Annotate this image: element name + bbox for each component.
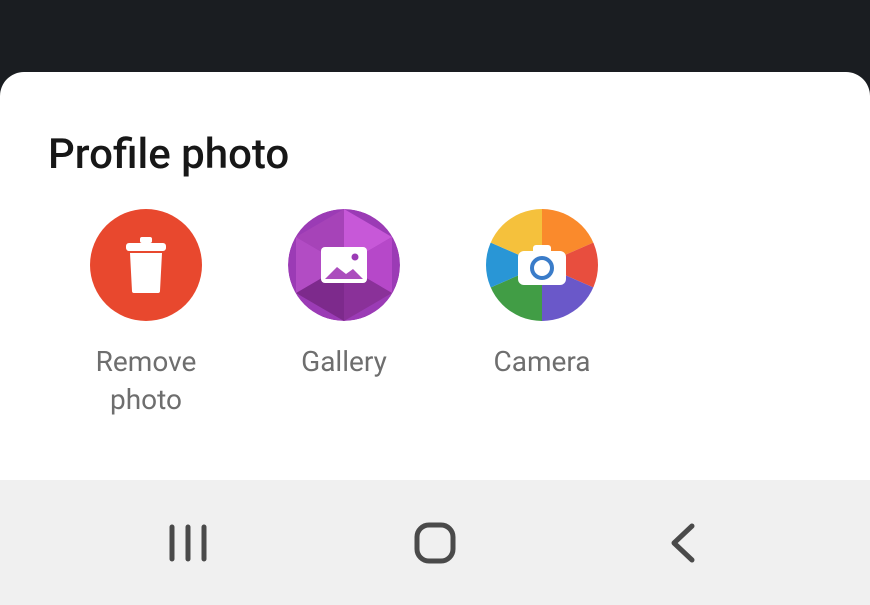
options-row: Remove photo [0, 179, 870, 419]
recents-button[interactable] [128, 513, 248, 573]
back-icon [668, 522, 698, 564]
camera-icon [486, 209, 598, 321]
home-button[interactable] [375, 513, 495, 573]
option-label: Camera [493, 343, 590, 381]
sheet-title: Profile photo [0, 72, 870, 179]
home-icon [414, 522, 456, 564]
option-label: Gallery [301, 343, 387, 381]
gallery-icon [288, 209, 400, 321]
gallery-button[interactable]: Gallery [284, 209, 404, 419]
recents-icon [168, 524, 208, 562]
option-label: Remove photo [86, 343, 206, 419]
navigation-bar [0, 480, 870, 605]
trash-icon [90, 209, 202, 321]
back-button[interactable] [623, 513, 743, 573]
camera-button[interactable]: Camera [482, 209, 602, 419]
remove-photo-button[interactable]: Remove photo [86, 209, 206, 419]
